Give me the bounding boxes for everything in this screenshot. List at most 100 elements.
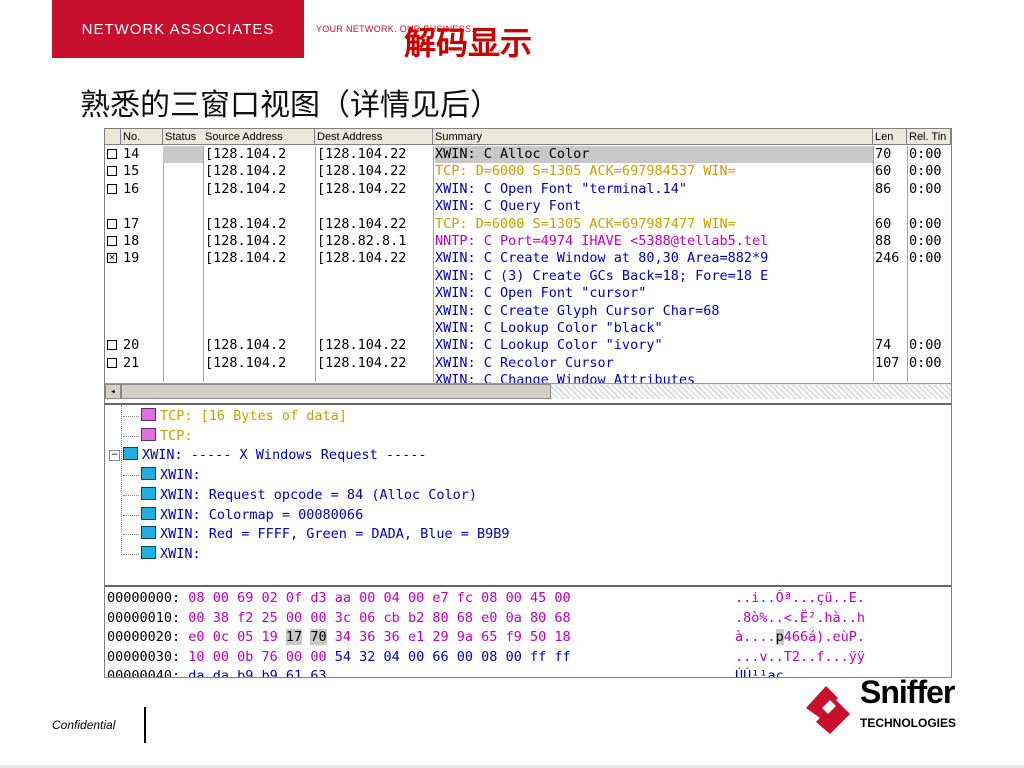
hex-byte[interactable]: b2 [408, 610, 424, 626]
row-checkbox[interactable] [107, 149, 117, 159]
row-checkbox[interactable] [107, 183, 117, 194]
hex-byte[interactable]: f9 [506, 629, 522, 645]
scroll-thumb[interactable] [121, 384, 551, 399]
hex-byte[interactable]: 29 [432, 629, 448, 645]
hex-byte[interactable]: ff [554, 649, 570, 665]
hex-byte[interactable]: 0f [286, 590, 302, 606]
hex-row[interactable]: 00000020: e0 0c 05 19 17 70 34 36 36 e1 … [107, 628, 865, 647]
hex-byte[interactable]: da [213, 668, 229, 677]
detail-line[interactable]: TCP: [123, 427, 193, 445]
hex-byte[interactable]: aa [335, 590, 351, 606]
detail-line[interactable]: TCP: [16 Bytes of data] [123, 407, 347, 425]
hex-byte[interactable]: d3 [310, 590, 326, 606]
hex-byte[interactable]: 05 [237, 629, 253, 645]
table-row[interactable]: XWIN: C (3) Create GCs Back=18; Fore=18 … [105, 268, 951, 285]
hex-byte[interactable]: 00 [286, 610, 302, 626]
table-row[interactable]: 16 [128.104.2 [128.104.22 XWIN: C Open Font… [105, 181, 951, 198]
hex-byte[interactable]: 70 [310, 629, 327, 645]
hex-byte[interactable]: 00 [213, 590, 229, 606]
row-checkbox[interactable] [107, 235, 117, 246]
hex-byte[interactable]: 19 [262, 629, 278, 645]
hex-byte[interactable]: 45 [530, 590, 546, 606]
hex-byte[interactable]: ff [530, 649, 546, 665]
hex-byte[interactable]: b9 [262, 668, 278, 677]
row-checkbox[interactable] [107, 340, 117, 351]
column-header[interactable]: Dest Address [315, 129, 433, 145]
hex-byte[interactable]: 80 [530, 610, 546, 626]
detail-line[interactable]: XWIN: [123, 545, 201, 563]
hex-byte[interactable]: f2 [237, 610, 253, 626]
hex-byte[interactable]: 06 [359, 610, 375, 626]
hex-byte[interactable]: 36 [384, 629, 400, 645]
hex-byte[interactable]: e7 [432, 590, 448, 606]
table-row[interactable]: ✕ 19 [128.104.2 [128.104.22 XWIN: C Create W… [105, 250, 951, 267]
table-row[interactable]: 20 [128.104.2 [128.104.22 XWIN: C Lookup Co… [105, 337, 951, 354]
hex-byte[interactable]: 04 [384, 649, 400, 665]
row-checkbox[interactable] [107, 166, 117, 177]
hex-row[interactable]: 00000040: da da b9 b9 61 63 ÚÚ¹¹ac [107, 667, 784, 677]
hex-byte[interactable]: 00 [408, 649, 424, 665]
detail-line[interactable]: XWIN: Colormap = 00080066 [123, 506, 363, 524]
row-checkbox[interactable]: ✕ [107, 253, 117, 264]
hex-byte[interactable]: 00 [188, 610, 204, 626]
horizontal-scrollbar[interactable]: ◂ [105, 383, 951, 399]
hex-byte[interactable]: 17 [285, 629, 303, 645]
hex-byte[interactable]: 18 [554, 629, 570, 645]
hex-byte[interactable]: 25 [262, 610, 278, 626]
table-row[interactable]: XWIN: C Query Font [105, 198, 951, 215]
hex-byte[interactable]: 54 [335, 649, 351, 665]
hex-byte[interactable]: 08 [188, 590, 204, 606]
hex-byte[interactable]: e1 [408, 629, 424, 645]
row-checkbox[interactable] [107, 357, 117, 368]
hex-byte[interactable]: 00 [310, 649, 326, 665]
hex-byte[interactable]: 00 [310, 610, 326, 626]
hex-byte[interactable]: 08 [481, 649, 497, 665]
hex-byte[interactable]: b9 [237, 668, 253, 677]
hex-byte[interactable]: 00 [213, 649, 229, 665]
column-header[interactable]: Rel. Tin [907, 129, 951, 145]
table-row[interactable]: XWIN: C Lookup Color "black" [105, 320, 951, 337]
table-row[interactable]: 18 [128.104.2 [128.82.8.1 NNTP: C Port=4974… [105, 233, 951, 250]
hex-byte[interactable]: 0a [506, 610, 522, 626]
scroll-track[interactable] [551, 385, 951, 399]
hex-byte[interactable]: 9a [457, 629, 473, 645]
table-row[interactable]: 15 [128.104.2 [128.104.22 TCP: D=6000 S=130… [105, 163, 951, 180]
hex-byte[interactable]: 68 [554, 610, 570, 626]
table-row[interactable]: 21 [128.104.2 [128.104.22 XWIN: C Recolor C… [105, 355, 951, 372]
hex-byte[interactable]: 00 [554, 590, 570, 606]
table-row[interactable]: XWIN: C Create Glyph Cursor Char=68 [105, 303, 951, 320]
scroll-left-arrow-icon[interactable]: ◂ [105, 384, 121, 399]
hex-byte[interactable]: 80 [432, 610, 448, 626]
column-header[interactable]: Summary [433, 129, 873, 145]
hex-byte[interactable]: 69 [237, 590, 253, 606]
hex-row[interactable]: 00000000: 08 00 69 02 0f d3 aa 00 04 00 … [107, 589, 865, 608]
hex-byte[interactable]: 32 [359, 649, 375, 665]
hex-byte[interactable]: 66 [432, 649, 448, 665]
hex-byte[interactable]: 00 [408, 590, 424, 606]
collapse-icon[interactable]: − [109, 450, 120, 462]
detail-line[interactable]: − XWIN: ----- X Windows Request ----- [109, 446, 426, 464]
row-checkbox[interactable] [107, 218, 117, 229]
detail-line[interactable]: XWIN: Request opcode = 84 (Alloc Color) [123, 486, 477, 504]
hex-byte[interactable]: 08 [481, 590, 497, 606]
hex-byte[interactable]: 04 [384, 590, 400, 606]
hex-byte[interactable]: 3c [335, 610, 351, 626]
hex-byte[interactable]: e0 [188, 629, 204, 645]
hex-byte[interactable]: e0 [481, 610, 497, 626]
hex-byte[interactable]: 0b [237, 649, 253, 665]
detail-line[interactable]: XWIN: Red = FFFF, Green = DADA, Blue = B… [123, 525, 510, 543]
hex-byte[interactable]: 63 [310, 668, 326, 677]
table-row[interactable]: XWIN: C Open Font "cursor" [105, 285, 951, 302]
column-header[interactable]: No. [121, 129, 163, 145]
hex-row[interactable]: 00000030: 10 00 0b 76 00 00 54 32 04 00 … [107, 648, 865, 667]
hex-byte[interactable]: 02 [262, 590, 278, 606]
hex-byte[interactable]: 38 [213, 610, 229, 626]
hex-byte[interactable]: da [188, 668, 204, 677]
hex-byte[interactable]: 00 [457, 649, 473, 665]
column-header[interactable]: Source Address [203, 129, 315, 145]
hex-byte[interactable]: 00 [506, 590, 522, 606]
hex-byte[interactable]: 00 [286, 649, 302, 665]
hex-byte[interactable]: 34 [335, 629, 351, 645]
detail-line[interactable]: XWIN: [123, 466, 201, 484]
hex-byte[interactable]: 00 [506, 649, 522, 665]
